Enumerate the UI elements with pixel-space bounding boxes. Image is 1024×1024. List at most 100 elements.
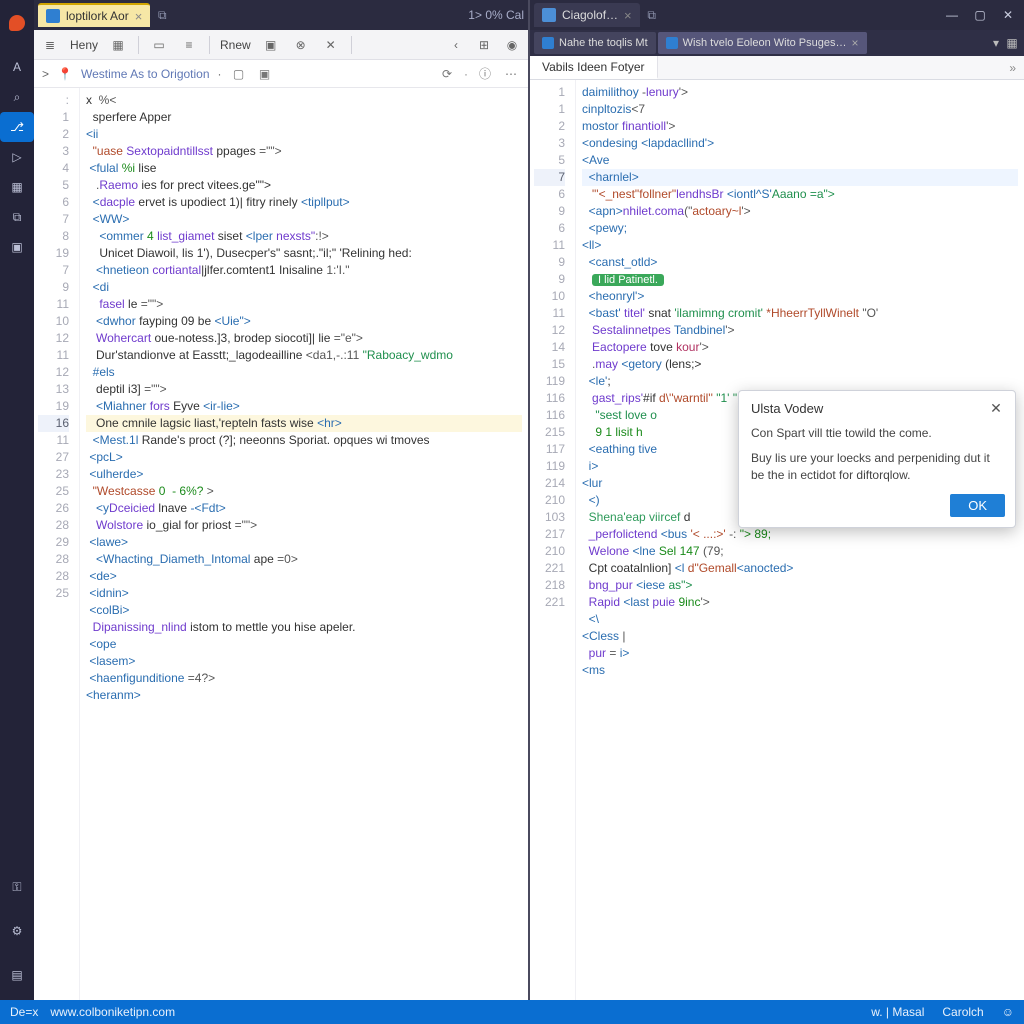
clipboard-copy-icon[interactable]: ⧉ <box>644 7 660 23</box>
search-icon[interactable]: ⌕ <box>0 82 34 112</box>
close-icon[interactable]: × <box>135 9 143 24</box>
code-line[interactable]: <di <box>86 279 522 296</box>
sub-tab-0[interactable]: Nahe the toqlis Mt <box>534 32 656 54</box>
code-line[interactable]: <Ave <box>582 152 1018 169</box>
code-line[interactable]: <ondesing <lapdacllind'> <box>582 135 1018 152</box>
list-icon[interactable]: ≣ <box>40 35 60 55</box>
table-icon[interactable]: ⊞ <box>474 35 494 55</box>
maximize-icon[interactable]: ▢ <box>968 5 992 25</box>
code-line[interactable]: Dur'standionve at Easstt;_lagodeailline … <box>86 347 522 364</box>
code-line[interactable]: <dwhor fayping 09 be <Uie"> <box>86 313 522 330</box>
code-line[interactable]: <yDceicied lnave -<Fdt> <box>86 500 522 517</box>
status-left-2[interactable]: www.colboniketipn.com <box>50 1005 175 1019</box>
open-icon[interactable]: ▣ <box>256 65 274 83</box>
code-line[interactable]: Rapid <last puie 9inc'> <box>582 594 1018 611</box>
pin-icon[interactable]: 📍 <box>57 66 73 82</box>
branch-icon[interactable]: ⎇ <box>0 112 34 142</box>
chevron-down-icon[interactable]: ▾ <box>988 35 1004 51</box>
code-line[interactable]: <ommer 4 list_giamet siset <lper nexsts"… <box>86 228 522 245</box>
calendar-icon[interactable]: ▣ <box>261 35 281 55</box>
code-line[interactable]: <colBi> <box>86 602 522 619</box>
code-line[interactable]: <canst_otld> <box>582 254 1018 271</box>
code-line[interactable]: <Miahner fors Eyve <ir-lie> <box>86 398 522 415</box>
code-line[interactable]: <dacple ervet is upodiect 1)| fitry rine… <box>86 194 522 211</box>
code-line[interactable]: #els <box>86 364 522 381</box>
right-code-editor[interactable]: 1123576961199101112141511911611621511711… <box>530 80 1024 1000</box>
code-line[interactable]: "Westcasse 0 - 6%? > <box>86 483 522 500</box>
code-line[interactable]: <pewy; <box>582 220 1018 237</box>
gear-icon[interactable]: ⚙ <box>0 916 34 946</box>
code-line[interactable]: deptil i3] =""> <box>86 381 522 398</box>
panel-icon[interactable]: ▦ <box>1004 35 1020 51</box>
code-line[interactable]: Unicet Diawoil, lis 1'), Dusecper's" sas… <box>86 245 522 262</box>
globe-icon[interactable]: ◉ <box>502 35 522 55</box>
inner-tab-more-icon[interactable]: » <box>1001 61 1024 75</box>
code-line[interactable]: I lid Patinetl. <box>582 271 1018 288</box>
code-line[interactable]: "uase Sextopaidntillsst ppages =""> <box>86 143 522 160</box>
files-icon[interactable]: A <box>0 52 34 82</box>
code-line[interactable]: <Whacting_Diameth_Intomal ape =0> <box>86 551 522 568</box>
dialog-close-icon[interactable]: ✕ <box>987 399 1005 417</box>
left-code-editor[interactable]: :123456781979111012111213191611272325262… <box>34 88 528 1000</box>
code-line[interactable]: cinpltozis<7 <box>582 101 1018 118</box>
code-line[interactable]: <heonryl'> <box>582 288 1018 305</box>
code-line[interactable]: daimilithoy -lenury'> <box>582 84 1018 101</box>
code-line[interactable]: <WW> <box>86 211 522 228</box>
code-line[interactable]: Cpt coatalnlion] <l d"Gemall<anocted> <box>582 560 1018 577</box>
clipboard-icon[interactable]: ⧉ <box>0 202 34 232</box>
info-icon[interactable]: ⓘ <box>476 65 494 83</box>
code-line[interactable]: <\ <box>582 611 1018 628</box>
code-line[interactable]: <haenfigunditione =4?> <box>86 670 522 687</box>
window-close-icon[interactable]: ✕ <box>996 5 1020 25</box>
code-line[interactable]: pur = i> <box>582 645 1018 662</box>
code-line[interactable]: Sestalinnetpes Tandbinel'> <box>582 322 1018 339</box>
code-line[interactable]: <ope <box>86 636 522 653</box>
code-line[interactable]: Eactopere tove kour'> <box>582 339 1018 356</box>
status-left-1[interactable]: De=x <box>10 1005 38 1019</box>
key-icon[interactable]: ⚿ <box>0 872 34 902</box>
save-icon[interactable]: ▢ <box>230 65 248 83</box>
code-line[interactable]: <heranm> <box>86 687 522 704</box>
code-line[interactable]: .Raemo ies for prect vitees.ge""> <box>86 177 522 194</box>
code-line[interactable]: <le'; <box>582 373 1018 390</box>
code-line[interactable]: <idnin> <box>86 585 522 602</box>
code-line[interactable]: <bast' titel' snat 'ilamimng cromit' *Hh… <box>582 305 1018 322</box>
code-line[interactable]: <ulherde> <box>86 466 522 483</box>
code-line[interactable]: Wolstore io_gial for priost =""> <box>86 517 522 534</box>
code-line[interactable]: _perfolictend <bus '< ...:>' -: "> 89; <box>582 526 1018 543</box>
code-line[interactable]: <Mest.1l Rande's proct (?]; neeonns Spor… <box>86 432 522 449</box>
code-line[interactable]: <ll> <box>582 237 1018 254</box>
align-icon[interactable]: ≡ <box>179 35 199 55</box>
status-feedback-icon[interactable]: ☺ <box>1002 1005 1014 1019</box>
status-right-2[interactable]: Carolch <box>942 1005 983 1019</box>
code-line[interactable]: sperfere Apper <box>86 109 522 126</box>
breadcrumb-text[interactable]: Westime As to Origotion <box>81 67 210 81</box>
code-line[interactable]: <lasem> <box>86 653 522 670</box>
code-line[interactable]: Dipanissing_nlind istom to mettle you hi… <box>86 619 522 636</box>
code-line[interactable]: One cmnile lagsic liast,'repteln fasts w… <box>86 415 522 432</box>
sub-tab-1[interactable]: Wish tvelo Eoleon Wito Psuges… × <box>658 32 867 54</box>
minimize-icon[interactable]: — <box>940 5 964 25</box>
code-line[interactable]: mostor finantioll'> <box>582 118 1018 135</box>
code-line[interactable]: bng_pur <iese as"> <box>582 577 1018 594</box>
code-line[interactable]: <ii <box>86 126 522 143</box>
code-line[interactable]: <fulal %i lise <box>86 160 522 177</box>
book-icon[interactable]: ▣ <box>0 232 34 262</box>
status-right-1[interactable]: w. | Masal <box>871 1005 924 1019</box>
more-icon[interactable]: ⋯ <box>502 65 520 83</box>
code-line[interactable]: <pcL> <box>86 449 522 466</box>
extensions-icon[interactable]: ▦ <box>0 172 34 202</box>
code-line[interactable]: <Cless | <box>582 628 1018 645</box>
right-file-tab[interactable]: Ciagolof… × <box>534 3 640 27</box>
grid-icon[interactable]: ▦ <box>108 35 128 55</box>
chevron-left-icon[interactable]: ‹ <box>446 35 466 55</box>
reload-icon[interactable]: ⟳ <box>438 65 456 83</box>
code-line[interactable]: Wohercart oue-notess.]3, brodep siocoti]… <box>86 330 522 347</box>
code-line[interactable]: .may <getory (lens;> <box>582 356 1018 373</box>
inner-tab-0[interactable]: Vabils Ideen Fotyer <box>530 56 658 79</box>
x-icon[interactable]: ✕ <box>321 35 341 55</box>
clipboard-copy-icon[interactable]: ⧉ <box>154 7 170 23</box>
run-icon[interactable]: ▷ <box>0 142 34 172</box>
close-icon[interactable]: × <box>852 36 859 50</box>
code-line[interactable]: x %< <box>86 92 522 109</box>
